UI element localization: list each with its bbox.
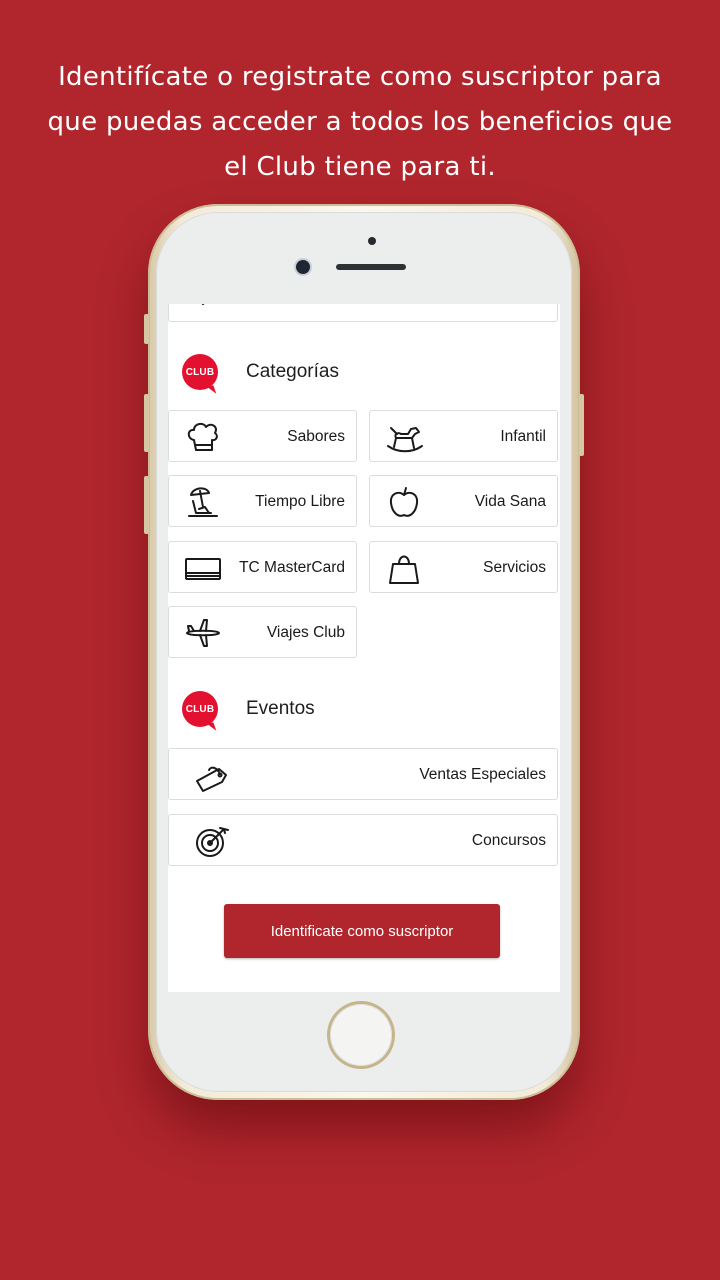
shopping-bag-icon xyxy=(389,555,419,584)
category-tile-viajes-club[interactable]: Viajes Club xyxy=(168,606,357,658)
category-tile-servicios[interactable]: Servicios xyxy=(369,541,558,593)
apple-icon xyxy=(389,487,419,517)
airplane-icon xyxy=(186,619,220,647)
app-screen: CLUB Categorías Sabores Infantil Tiempo … xyxy=(168,304,560,992)
category-label: Vida Sana xyxy=(474,493,546,510)
phone-mockup: CLUB Categorías Sabores Infantil Tiempo … xyxy=(144,204,584,1100)
phone-side-button xyxy=(579,394,584,456)
event-label: Concursos xyxy=(471,832,546,849)
phone-side-button xyxy=(144,314,149,344)
target-icon xyxy=(196,827,229,857)
category-label: Infantil xyxy=(500,428,546,445)
category-label: Viajes Club xyxy=(266,624,345,641)
promo-headline: Identifícate o registrate como suscripto… xyxy=(47,62,673,182)
category-label: TC MasterCard xyxy=(239,559,345,576)
categorias-title: Categorías xyxy=(246,361,339,382)
event-label: Ventas Especiales xyxy=(419,766,546,783)
phone-side-button xyxy=(144,394,149,452)
category-label: Tiempo Libre xyxy=(255,493,345,510)
chef-hat-icon xyxy=(187,422,218,451)
front-camera xyxy=(296,260,310,274)
eventos-header: CLUB Eventos xyxy=(182,691,315,727)
home-button[interactable] xyxy=(330,1004,392,1066)
club-logo: CLUB xyxy=(182,354,218,390)
category-tile-sabores[interactable]: Sabores xyxy=(168,410,357,462)
category-tile-vida-sana[interactable]: Vida Sana xyxy=(369,475,558,527)
front-sensor xyxy=(368,237,376,245)
category-tile-tc-mastercard[interactable]: TC MasterCard xyxy=(168,541,357,593)
earpiece-speaker xyxy=(336,264,406,270)
event-tile-ventas-especiales[interactable]: Ventas Especiales xyxy=(168,748,558,800)
event-tile-concursos[interactable]: Concursos xyxy=(168,814,558,866)
category-label: Sabores xyxy=(287,428,345,445)
categorias-header: CLUB Categorías xyxy=(182,354,339,390)
credit-card-icon xyxy=(185,558,221,580)
category-tile-tiempo-libre[interactable]: Tiempo Libre xyxy=(168,475,357,527)
rocking-horse-icon xyxy=(387,427,423,453)
category-label: Servicios xyxy=(483,559,546,576)
partial-icon xyxy=(201,304,205,305)
beach-umbrella-icon xyxy=(188,487,218,517)
phone-side-button xyxy=(144,476,149,534)
eventos-title: Eventos xyxy=(246,698,315,719)
category-tile-partial[interactable] xyxy=(168,304,558,322)
price-tag-icon xyxy=(196,766,227,792)
identify-subscriber-button[interactable]: Identificate como suscriptor xyxy=(224,904,500,958)
club-logo: CLUB xyxy=(182,691,218,727)
category-tile-infantil[interactable]: Infantil xyxy=(369,410,558,462)
